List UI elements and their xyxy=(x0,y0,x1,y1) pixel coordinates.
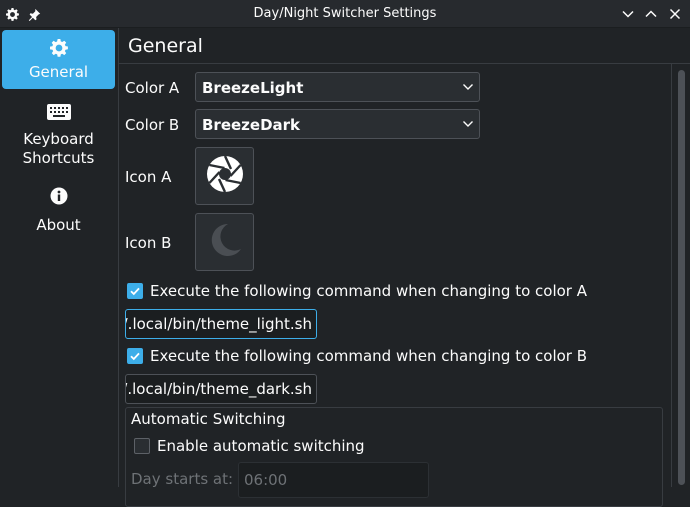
exec-a-label: Execute the following command when chang… xyxy=(150,282,587,300)
settings-form: Color A BreezeLight Color B BreezeDark I… xyxy=(119,64,671,507)
sidebar-item-label: Keyboard xyxy=(23,130,94,148)
exec-a-command-input[interactable] xyxy=(125,309,317,339)
color-a-select[interactable]: BreezeLight xyxy=(195,72,480,102)
exec-b-command-value[interactable] xyxy=(126,379,312,399)
sidebar-item-about[interactable]: About xyxy=(2,184,115,236)
scrollbar[interactable] xyxy=(671,64,690,487)
day-start-time-value: 06:00 xyxy=(244,471,288,489)
page-title: General xyxy=(128,35,203,57)
moon-icon xyxy=(206,221,244,263)
exec-a-checkbox-row[interactable]: Execute the following command when chang… xyxy=(127,281,587,301)
day-start-label: Day starts at: xyxy=(131,470,234,488)
close-icon[interactable] xyxy=(666,5,684,23)
exec-b-command-input[interactable] xyxy=(125,374,317,404)
exec-b-checkbox-row[interactable]: Execute the following command when chang… xyxy=(127,346,587,366)
enable-auto-label: Enable automatic switching xyxy=(157,437,365,455)
enable-auto-checkbox-row[interactable]: Enable automatic switching xyxy=(134,436,365,456)
keyboard-icon xyxy=(2,98,115,130)
exec-b-checkbox[interactable] xyxy=(127,348,143,364)
icon-b-label: Icon B xyxy=(125,234,172,252)
enable-auto-checkbox[interactable] xyxy=(134,438,150,454)
automatic-switching-group: Automatic Switching Enable automatic swi… xyxy=(125,407,663,507)
icon-a-button[interactable] xyxy=(195,147,254,205)
icon-b-button[interactable] xyxy=(195,213,254,271)
chevron-up-icon[interactable] xyxy=(642,5,660,23)
gear-icon xyxy=(2,30,115,61)
sidebar-item-keyboard-shortcuts[interactable]: Keyboard Shortcuts xyxy=(2,98,115,176)
icon-a-label: Icon A xyxy=(125,168,172,186)
chevron-down-icon xyxy=(462,81,474,97)
sidebar-item-label: General xyxy=(28,63,89,81)
aperture-icon xyxy=(206,155,244,197)
page-header: General xyxy=(119,28,690,64)
color-b-label: Color B xyxy=(125,116,180,134)
exec-b-label: Execute the following command when chang… xyxy=(150,347,588,365)
exec-a-checkbox[interactable] xyxy=(127,283,143,299)
window-title: Day/Night Switcher Settings xyxy=(253,6,437,21)
sidebar-item-general[interactable]: General xyxy=(2,30,115,89)
chevron-down-icon xyxy=(462,118,474,134)
info-icon xyxy=(2,184,115,214)
color-b-select[interactable]: BreezeDark xyxy=(195,109,480,139)
sidebar-item-label: Shortcuts xyxy=(22,149,95,167)
sidebar-item-label: About xyxy=(36,216,81,234)
chevron-down-icon[interactable] xyxy=(619,5,637,23)
title-bar: Day/Night Switcher Settings xyxy=(0,0,690,28)
color-a-value: BreezeLight xyxy=(202,79,304,97)
scrollbar-thumb[interactable] xyxy=(678,70,685,485)
color-b-value: BreezeDark xyxy=(202,116,301,134)
group-title: Automatic Switching xyxy=(131,410,286,428)
day-start-time-input[interactable]: 06:00 xyxy=(238,462,429,498)
exec-a-command-value[interactable] xyxy=(126,314,312,334)
color-a-label: Color A xyxy=(125,79,180,97)
sidebar: General Keyboard Shortcuts About xyxy=(0,28,119,487)
